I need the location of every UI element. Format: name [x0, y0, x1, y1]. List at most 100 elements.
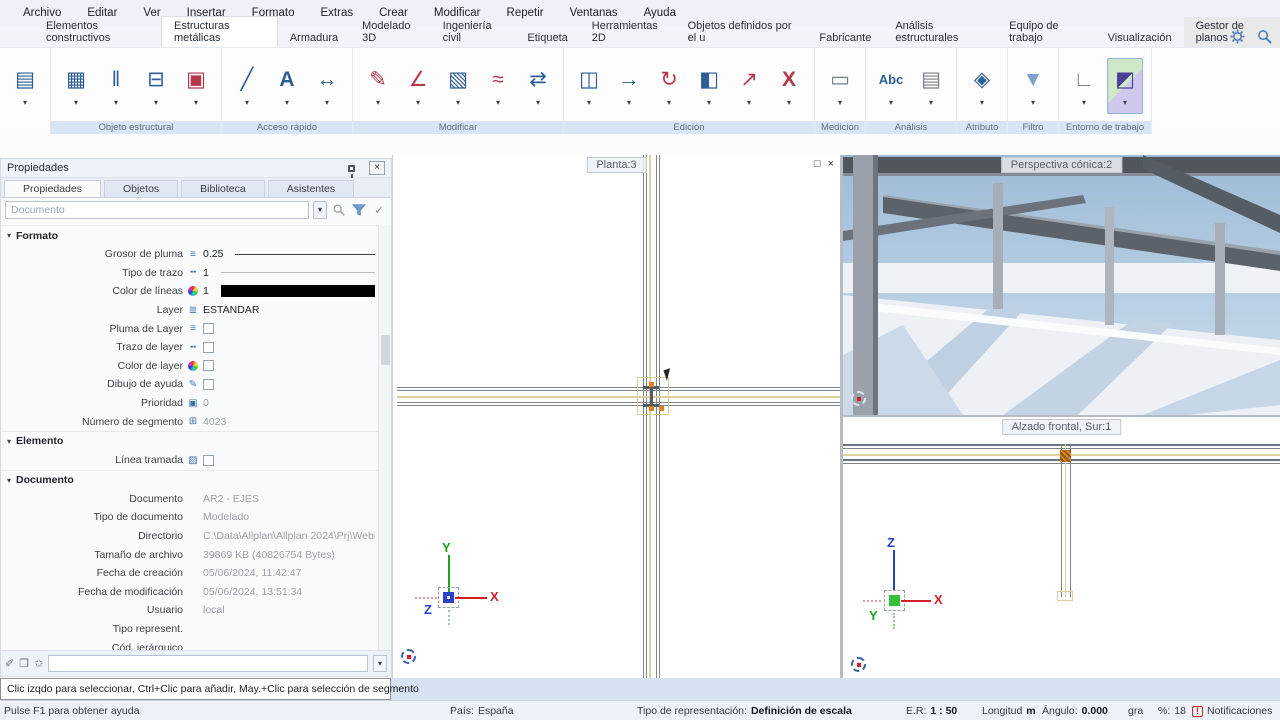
caret-icon[interactable]: ▾ — [1123, 98, 1127, 107]
caret-icon[interactable]: ▾ — [1082, 98, 1086, 107]
maximize-icon[interactable]: □ — [814, 158, 821, 170]
close-icon[interactable]: × — [369, 161, 385, 175]
tool-grid[interactable]: ▦▾ — [59, 56, 93, 116]
caret-icon[interactable]: ▾ — [627, 98, 631, 107]
caret-icon[interactable]: ▾ — [587, 98, 591, 107]
property-row[interactable]: Dibujo de ayuda ✎ — [1, 375, 391, 394]
property-row[interactable]: Fecha de creación05/06/2024, 11:42:47 — [1, 564, 391, 583]
property-row[interactable]: Tamaño de archivo39869 KB (40826754 Byte… — [1, 545, 391, 564]
caret-icon[interactable]: ▾ — [416, 98, 420, 107]
viewport-alzado[interactable]: Alzado frontal, Sur:1 Z X Y — [843, 415, 1280, 680]
tab-ingenieria-civil[interactable]: Ingeniería civil — [431, 17, 516, 47]
property-row[interactable]: Tipo de trazo ╍ 1 — [1, 264, 391, 283]
tool-text-abc[interactable]: Abc▾ — [874, 56, 908, 116]
caret-icon[interactable]: ▾ — [787, 98, 791, 107]
caret-icon[interactable]: ▾ — [536, 98, 540, 107]
property-row[interactable]: Tipo de documentoModelado — [1, 508, 391, 527]
tab-objetos-definidos[interactable]: Objetos definidos por el u — [676, 17, 808, 47]
tab-herramientas-2d[interactable]: Herramientas 2D — [580, 17, 676, 47]
scrollbar-thumb[interactable] — [381, 335, 390, 365]
selection-handle[interactable] — [649, 382, 654, 387]
caret-icon[interactable]: ▾ — [154, 98, 158, 107]
tab-biblioteca[interactable]: Biblioteca — [181, 180, 265, 197]
viewport-title-alzado[interactable]: Alzado frontal, Sur:1 — [1002, 419, 1122, 435]
status-percent[interactable]: %:18 — [1158, 701, 1186, 720]
caret-icon[interactable]: ▾ — [747, 98, 751, 107]
favorites-input[interactable] — [48, 655, 368, 672]
tab-estructuras-metalicas[interactable]: Estructuras metálicas — [161, 16, 278, 47]
apply-check-icon[interactable]: ✓ — [371, 203, 387, 217]
checkbox[interactable] — [203, 323, 214, 334]
tab-equipo-de-trabajo[interactable]: Equipo de trabajo — [997, 17, 1095, 47]
tool-edit-pencil[interactable]: ✎▾ — [361, 56, 395, 116]
status-angle[interactable]: Ángulo:0.000 — [1042, 701, 1108, 720]
caret-icon[interactable]: ▾ — [325, 98, 329, 107]
close-icon[interactable]: × — [828, 158, 834, 170]
tool-resize[interactable]: ↗▾ — [732, 56, 766, 116]
tool-line[interactable]: ╱▾ — [230, 56, 264, 116]
tab-asistentes[interactable]: Asistentes — [268, 180, 354, 197]
caret-icon[interactable]: ▾ — [838, 98, 842, 107]
caret-icon[interactable]: ▾ — [929, 98, 933, 107]
status-scale[interactable]: E.R:1 : 50 — [906, 701, 957, 720]
tool-girder[interactable]: ⊟▾ — [139, 56, 173, 116]
caret-icon[interactable]: ▾ — [245, 98, 249, 107]
scrollbar[interactable] — [378, 225, 391, 650]
compass-icon[interactable] — [851, 657, 866, 672]
property-row[interactable]: DirectorioC:\Data\Allplan\Allplan 2024\P… — [1, 527, 391, 546]
tool-filter[interactable]: ▼▾ — [1016, 56, 1050, 116]
tool-move[interactable]: →▾ — [612, 56, 646, 116]
property-row[interactable]: Número de segmento ⊞ 4023 — [1, 412, 391, 431]
column-section-selected[interactable] — [637, 377, 669, 415]
tab-objetos[interactable]: Objetos — [104, 180, 178, 197]
tool-copy[interactable]: ◫▾ — [572, 56, 606, 116]
status-country[interactable]: País:España — [450, 701, 514, 720]
tab-modelado-3d[interactable]: Modelado 3D — [350, 17, 431, 47]
filter-icon[interactable] — [351, 203, 367, 217]
property-row[interactable]: Color de líneas 1 — [1, 282, 391, 301]
tool-edit-hatch[interactable]: ▧▾ — [441, 56, 475, 116]
caret-icon[interactable]: ▾ — [980, 98, 984, 107]
pipette-icon[interactable]: ✐ — [5, 657, 14, 670]
tool-ruler[interactable]: ▭▾ — [823, 56, 857, 116]
checkbox[interactable] — [203, 342, 214, 353]
chevron-down-icon[interactable]: ▾ — [313, 201, 327, 219]
color-swatch[interactable] — [221, 285, 375, 297]
caret-icon[interactable]: ▾ — [23, 98, 27, 107]
tool-rotate[interactable]: ↻▾ — [652, 56, 686, 116]
status-representation[interactable]: Tipo de representación:Definición de esc… — [637, 701, 852, 720]
tool-stretch[interactable]: ≈▾ — [481, 56, 515, 116]
property-row[interactable]: Fecha de modificación05/06/2024, 13:51:3… — [1, 583, 391, 602]
status-angle-unit[interactable]: gra — [1128, 701, 1143, 720]
tool-report[interactable]: ▤▾ — [914, 56, 948, 116]
viewport-planta[interactable]: Planta:3 □ × Y — [392, 155, 840, 680]
caret-icon[interactable]: ▾ — [667, 98, 671, 107]
tool-text[interactable]: A▾ — [270, 56, 304, 116]
property-row[interactable]: Color de layer — [1, 357, 391, 376]
property-row[interactable]: Usuariolocal — [1, 601, 391, 620]
tool-connection[interactable]: ▣▾ — [179, 56, 213, 116]
selection-handle[interactable] — [659, 406, 664, 411]
caret-icon[interactable]: ▾ — [456, 98, 460, 107]
checkbox[interactable] — [203, 455, 214, 466]
property-row[interactable]: DocumentoAR2 - EJES — [1, 490, 391, 509]
caret-icon[interactable]: ▾ — [376, 98, 380, 107]
tool-move-section[interactable]: ⇄▾ — [521, 56, 555, 116]
property-row[interactable]: Layer ≣ ESTANDAR — [1, 301, 391, 320]
tool-structural-element[interactable]: ▤ ▾ — [8, 56, 42, 116]
viewport-title-perspectiva[interactable]: Perspectiva cónica:2 — [1001, 157, 1123, 173]
section-elemento[interactable]: ▾Elemento — [1, 431, 391, 451]
favorites-icon[interactable]: ✩ — [34, 657, 43, 670]
gear-icon[interactable] — [1230, 29, 1245, 44]
property-row[interactable]: Trazo de layer ╍ — [1, 338, 391, 357]
caret-icon[interactable]: ▾ — [194, 98, 198, 107]
tool-dimension[interactable]: ↔▾ — [310, 56, 344, 116]
caret-icon[interactable]: ▾ — [496, 98, 500, 107]
property-row[interactable]: Prioridad ▣ 0 — [1, 394, 391, 413]
status-length-unit[interactable]: Longitudm — [982, 701, 1036, 720]
status-notifications[interactable]: ! Notificaciones — [1192, 701, 1272, 720]
zoom-search-icon[interactable] — [331, 203, 347, 217]
viewport-perspectiva[interactable]: Perspectiva cónica:2 Z Y X — [843, 155, 1280, 415]
section-documento[interactable]: ▾Documento — [1, 470, 391, 490]
property-row[interactable]: Línea tramada ▨ — [1, 451, 391, 470]
